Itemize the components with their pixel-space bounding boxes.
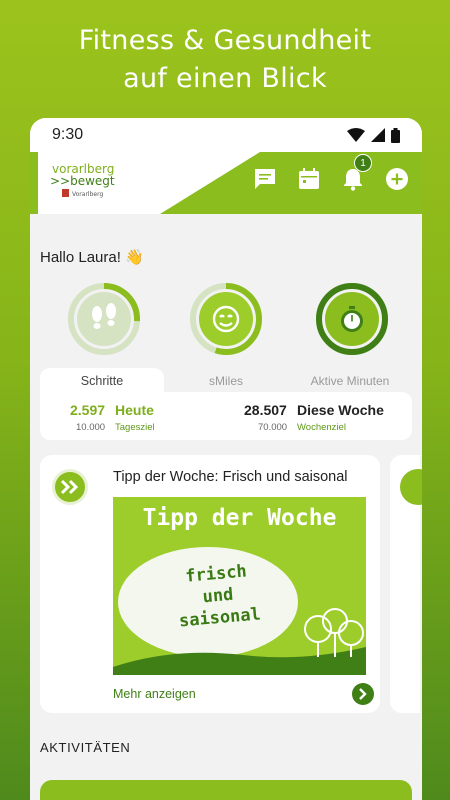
tab-aktive-minuten[interactable]: Aktive Minuten — [288, 368, 412, 392]
progress-rings — [30, 281, 422, 361]
calendar-icon[interactable] — [296, 166, 322, 192]
tip-image[interactable]: Tipp der Woche frisch und saisonal — [113, 497, 366, 675]
today-value: 2.597 — [70, 402, 106, 418]
tip-image-text: frisch und saisonal — [165, 559, 270, 633]
tip-card[interactable]: Tipp der Woche: Frisch und saisonal Tipp… — [40, 455, 380, 713]
metric-tabs: Schritte sMiles Aktive Minuten — [40, 368, 412, 392]
chat-icon[interactable] — [252, 166, 278, 192]
stats-card: 2.597 Heute 10.000 Tagesziel 28.507 Dies… — [40, 392, 412, 440]
tip-image-heading: Tipp der Woche — [142, 505, 337, 531]
activity-card[interactable] — [40, 780, 412, 800]
tip-title: Tipp der Woche: Frisch und saisonal — [113, 469, 348, 485]
promo-line-1: Fitness & Gesundheit — [78, 25, 372, 56]
bell-icon[interactable]: 1 — [340, 154, 372, 192]
notification-badge: 1 — [354, 154, 372, 172]
week-goal-label: Wochenziel — [297, 422, 346, 433]
battery-icon — [391, 127, 400, 143]
more-link[interactable]: Mehr anzeigen — [113, 687, 196, 701]
steps-ring[interactable] — [66, 281, 142, 357]
svg-text:>>bewegt: >>bewegt — [50, 174, 115, 188]
smiles-ring[interactable] — [188, 281, 264, 357]
week-label: Diese Woche — [297, 402, 384, 418]
add-icon[interactable] — [384, 166, 410, 192]
tab-smiles[interactable]: sMiles — [164, 368, 288, 392]
today-goal: 10.000 — [76, 422, 106, 433]
double-chevron-icon — [400, 469, 422, 505]
today-goal-label: Tagesziel — [115, 422, 155, 433]
promo-headline: Fitness & Gesundheit auf einen Blick — [0, 22, 450, 98]
today-label: Heute — [115, 402, 154, 418]
activities-heading: AKTIVITÄTEN — [40, 740, 131, 755]
signal-icon — [371, 128, 385, 142]
wifi-icon — [347, 128, 365, 142]
status-time: 9:30 — [52, 126, 84, 143]
week-goal: 70.000 — [258, 422, 288, 433]
next-tip-card[interactable] — [390, 455, 422, 713]
app-logo[interactable]: vorarlberg >>bewegt Vorarlberg — [50, 160, 140, 200]
svg-text:Vorarlberg: Vorarlberg — [72, 191, 103, 198]
chevron-right-icon[interactable] — [352, 683, 374, 705]
week-value: 28.507 — [244, 402, 287, 418]
promo-line-2: auf einen Blick — [123, 63, 327, 94]
phone-screen: 9:30 vorarlberg >>bewegt Vorarlberg 1 Ha… — [30, 118, 422, 800]
status-icons — [347, 127, 400, 143]
double-chevron-icon — [52, 469, 88, 505]
app-header: vorarlberg >>bewegt Vorarlberg 1 — [30, 152, 422, 214]
greeting-text: Hallo Laura! 👋 — [40, 249, 144, 266]
header-actions: 1 — [252, 154, 410, 192]
tab-schritte[interactable]: Schritte — [40, 368, 164, 392]
status-bar: 9:30 — [30, 118, 422, 152]
active-minutes-ring[interactable] — [314, 281, 390, 357]
